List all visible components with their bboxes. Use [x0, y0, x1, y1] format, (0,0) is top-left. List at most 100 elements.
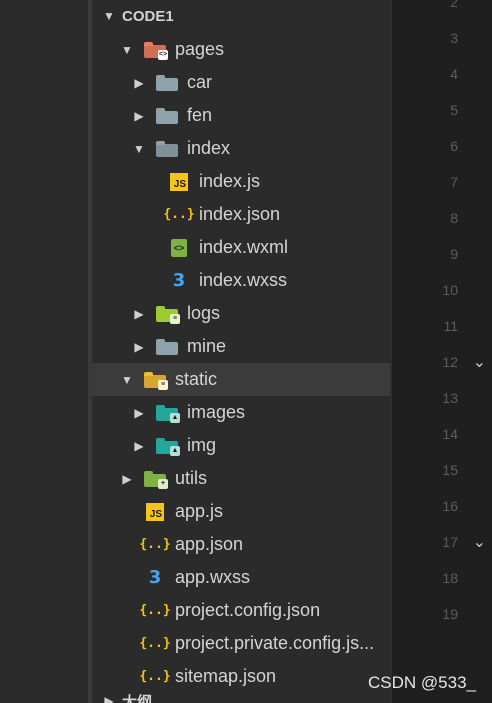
line-number: 9 [450, 246, 458, 262]
tree-file[interactable]: 3 index.wxss [92, 264, 392, 297]
tree-folder-images[interactable]: ▶ ▲ images [92, 396, 392, 429]
tree-folder-mine[interactable]: ▶ mine [92, 330, 392, 363]
folder-icon [156, 336, 178, 358]
tree-item-label: index.js [199, 171, 261, 191]
line-number: 2 [450, 0, 458, 10]
tree-folder-logs[interactable]: ▶ ≡ logs [92, 297, 392, 330]
tree-file[interactable]: {..} project.config.json [92, 594, 392, 627]
tree-item-label: index.wxss [199, 270, 288, 290]
tree-item-label: project.config.json [175, 600, 321, 620]
tree-item-label: index.json [199, 204, 281, 224]
line-number: 18 [442, 570, 458, 586]
tree-item-label: index [187, 138, 231, 158]
tree-file[interactable]: {..} project.private.config.js... [92, 627, 392, 660]
file-explorer: ▼ CODE1 ▼ <> pages ▶ car ▶ fen ▼ index JS index.js… [92, 0, 392, 703]
json-file-icon: {..} [139, 636, 171, 651]
tree-item-label: project.private.config.js... [175, 633, 375, 653]
wxss-file-icon: 3 [148, 567, 162, 588]
json-file-icon: {..} [139, 669, 171, 684]
chevron-down-icon: ▼ [133, 141, 145, 156]
chevron-down-icon: ▼ [121, 42, 133, 57]
chevron-right-icon: ▶ [104, 694, 114, 703]
tree-file[interactable]: JS index.js [92, 165, 392, 198]
line-number: 14 [442, 426, 458, 442]
tree-folder-car[interactable]: ▶ car [92, 66, 392, 99]
tree-item-label: pages [175, 39, 225, 59]
chevron-right-icon: ▶ [134, 405, 144, 420]
tree-folder-fen[interactable]: ▶ fen [92, 99, 392, 132]
line-number: 4 [450, 66, 458, 82]
chevron-right-icon: ▶ [134, 339, 144, 354]
tree-file[interactable]: <> index.wxml [92, 231, 392, 264]
line-number: 17 [442, 534, 458, 550]
tree-file[interactable]: {..} app.json [92, 528, 392, 561]
tree-item-label: app.json [175, 534, 244, 554]
tree-item-label: images [187, 402, 246, 422]
tree-item-label: car [187, 72, 213, 92]
line-number: 6 [450, 138, 458, 154]
json-file-icon: {..} [139, 603, 171, 618]
tree-file[interactable]: 3 app.wxss [92, 561, 392, 594]
outline-title: 大纲 [122, 693, 153, 703]
js-file-icon: JS [168, 171, 190, 193]
line-number: 8 [450, 210, 458, 226]
line-number: 19 [442, 606, 458, 622]
watermark: CSDN @533_ [368, 673, 476, 692]
tree-folder-static[interactable]: ▼ ≡ static [92, 363, 392, 396]
logs-folder-icon: ≡ [156, 303, 180, 325]
activity-bar [0, 0, 88, 703]
tree-item-label: static [175, 369, 218, 389]
tree-folder-utils[interactable]: ▶ + utils [92, 462, 392, 495]
chevron-down-icon: ▼ [121, 372, 133, 387]
line-number: 15 [442, 462, 458, 478]
tree-folder-img[interactable]: ▶ ▲ img [92, 429, 392, 462]
chevron-right-icon: ▶ [134, 75, 144, 90]
tree-file[interactable]: {..} index.json [92, 198, 392, 231]
tree-item-label: app.wxss [175, 567, 251, 587]
editor-gutter: 2 3 4 5 6 7 8 9 10 11 12 ⌄ 13 14 15 16 17 ⌄ 18 19 [392, 0, 492, 703]
fold-chevron-icon[interactable]: ⌄ [473, 352, 486, 372]
chevron-down-icon: ▼ [103, 9, 115, 23]
tree-item-label: img [187, 435, 217, 455]
utils-folder-icon: + [144, 468, 168, 490]
folder-icon [156, 105, 178, 127]
tree-item-label: index.wxml [199, 237, 289, 257]
tree-file[interactable]: JS app.js [92, 495, 392, 528]
json-file-icon: {..} [139, 537, 171, 552]
line-number: 5 [450, 102, 458, 118]
tree-item-label: mine [187, 336, 227, 356]
line-number: 13 [442, 390, 458, 406]
tree-item-label: sitemap.json [175, 666, 277, 686]
workspace-header[interactable]: ▼ CODE1 [92, 1, 392, 31]
line-number: 3 [450, 30, 458, 46]
line-number: 16 [442, 498, 458, 514]
json-file-icon: {..} [163, 207, 195, 222]
tree-folder-index[interactable]: ▼ index [92, 132, 392, 165]
wxml-file-icon: <> [168, 237, 190, 259]
chevron-right-icon: ▶ [134, 306, 144, 321]
wxss-file-icon: 3 [172, 270, 186, 291]
line-number: 7 [450, 174, 458, 190]
images-folder-icon: ▲ [156, 402, 180, 424]
tree-item-label: app.js [175, 501, 224, 521]
folder-icon [156, 72, 178, 94]
folder-open-icon [156, 138, 178, 160]
fold-chevron-icon[interactable]: ⌄ [473, 532, 486, 552]
tree-item-label: fen [187, 105, 213, 125]
pages-folder-icon: <> [144, 39, 168, 61]
tree-folder-pages[interactable]: ▼ <> pages [92, 33, 392, 66]
static-folder-icon: ≡ [144, 369, 168, 391]
tree-item-label: logs [187, 303, 221, 323]
chevron-right-icon: ▶ [134, 438, 144, 453]
outline-header[interactable]: ▶ 大纲 [92, 686, 392, 703]
